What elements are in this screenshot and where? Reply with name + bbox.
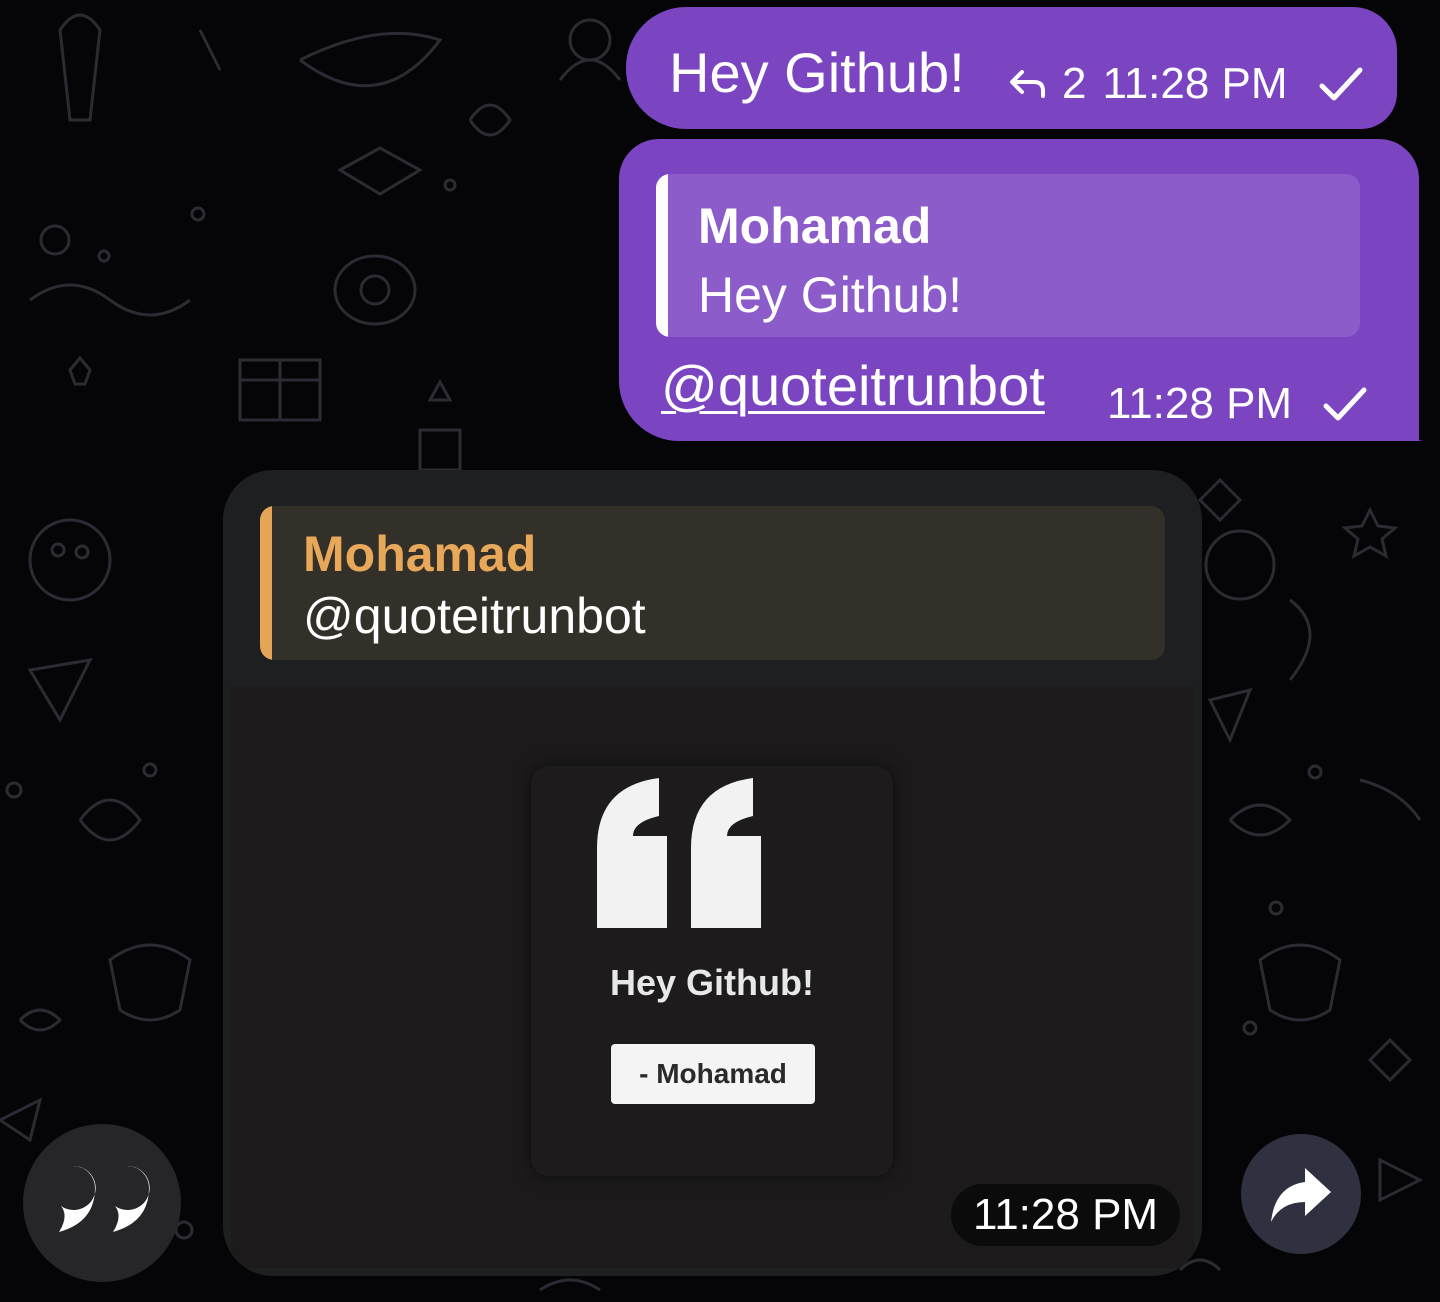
outgoing-reply-bubble[interactable]: Mohamad Hey Github! @quoteitrunbot 11:28… (619, 139, 1419, 441)
message-meta: 2 11:28 PM (1008, 59, 1364, 109)
reply-author: Mohamad (303, 526, 537, 582)
quote-icon (59, 1166, 150, 1232)
bubble-tail (1384, 400, 1424, 441)
quote-accent-bar (656, 174, 668, 337)
bot-mention-link[interactable]: @quoteitrunbot (661, 353, 1045, 419)
forward-icon (1271, 1168, 1331, 1222)
incoming-bot-message[interactable]: Mohamad @quoteitrunbot Hey Github! - Moh… (223, 470, 1202, 1276)
message-text: Hey Github! (669, 41, 965, 104)
message-time: 11:28 PM (1107, 379, 1293, 428)
outgoing-message-bubble[interactable]: Hey Github! 2 11:28 PM (626, 7, 1397, 129)
quoted-message[interactable]: Mohamad Hey Github! (656, 174, 1360, 337)
reply-preview[interactable]: Mohamad @quoteitrunbot (260, 506, 1165, 660)
reply-arrow-icon (1010, 70, 1045, 98)
message-time: 11:28 PM (1102, 59, 1288, 108)
card-quote-text: Hey Github! (610, 962, 814, 1003)
reply-count[interactable]: 2 (1062, 59, 1086, 109)
quote-image[interactable]: Hey Github! - Mohamad 11:28 PM (231, 686, 1194, 1268)
card-author: - Mohamad (611, 1044, 815, 1104)
quote-card: Hey Github! - Mohamad (531, 766, 893, 1176)
reply-text: @quoteitrunbot (303, 588, 646, 644)
check-icon (1323, 387, 1367, 421)
quoted-text: Hey Github! (698, 267, 963, 323)
message-meta: 11:28 PM (1107, 379, 1368, 429)
quoted-author: Mohamad (698, 198, 932, 254)
reply-accent-bar (260, 506, 272, 660)
message-time: 11:28 PM (951, 1184, 1181, 1246)
forward-button[interactable] (1241, 1134, 1361, 1254)
quote-mark-icon (597, 778, 761, 928)
quote-button[interactable] (23, 1124, 181, 1282)
check-icon (1319, 67, 1363, 101)
